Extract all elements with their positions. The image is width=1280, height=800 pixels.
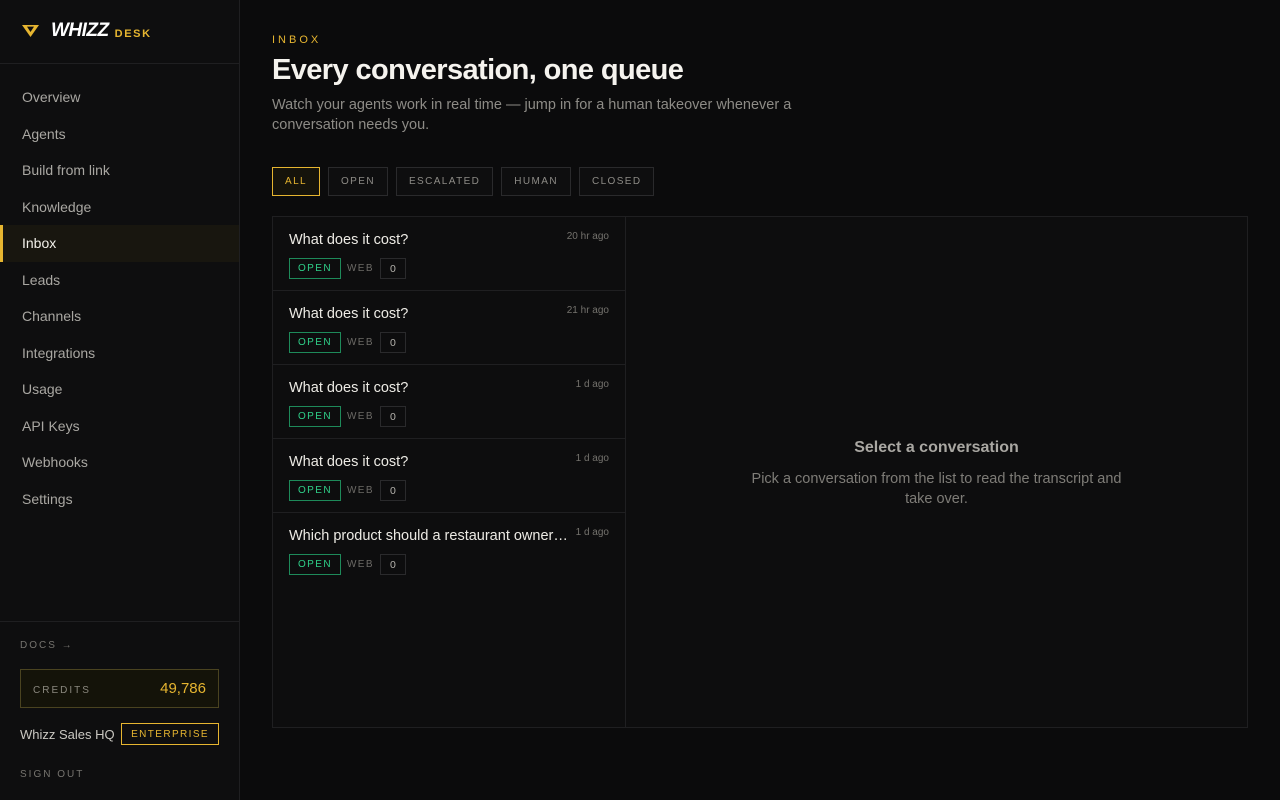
workspace-name: Whizz Sales HQ (20, 726, 115, 742)
credits-value: 49,786 (160, 680, 206, 697)
sidebar-item-webhooks[interactable]: Webhooks (0, 444, 239, 481)
message-count-badge: 0 (379, 406, 406, 427)
empty-state-title: Select a conversation (854, 439, 1019, 456)
status-badge: OPEN (289, 258, 341, 279)
page-subtitle: Watch your agents work in real time — ju… (272, 97, 792, 133)
brand[interactable]: WHIZZ DESK (0, 0, 239, 64)
conversation-title: Which product should a restaurant owner … (289, 528, 569, 544)
filter-closed[interactable]: CLOSED (578, 167, 655, 196)
conversation-time: 1 d ago (575, 453, 609, 464)
conversation-time: 1 d ago (575, 379, 609, 390)
sign-out-button[interactable]: SIGN OUT (20, 769, 84, 780)
sidebar-item-overview[interactable]: Overview (0, 79, 239, 116)
sidebar-item-settings[interactable]: Settings (0, 481, 239, 518)
filter-escalated[interactable]: ESCALATED (395, 167, 494, 196)
conversation-item[interactable]: What does it cost? 1 d ago OPEN WEB 0 (273, 365, 625, 439)
plan-badge: ENTERPRISE (121, 723, 219, 745)
conversation-tags: OPEN WEB 0 (289, 554, 406, 575)
inbox-panel: What does it cost? 20 hr ago OPEN WEB 0 What … (272, 216, 1248, 728)
conversation-title: What does it cost? (289, 232, 409, 248)
sidebar-footer: DOCS → CREDITS 49,786 Whizz Sales HQ ENT… (0, 621, 239, 800)
workspace: Whizz Sales HQ ENTERPRISE (20, 723, 219, 745)
sidebar-item-leads[interactable]: Leads (0, 262, 239, 299)
sidebar-item-knowledge[interactable]: Knowledge (0, 189, 239, 226)
filter-all[interactable]: ALL (272, 167, 320, 196)
sidebar-item-api-keys[interactable]: API Keys (0, 408, 239, 445)
conversation-title: What does it cost? (289, 306, 409, 322)
filter-human[interactable]: HUMAN (501, 167, 571, 196)
page-eyebrow: INBOX (272, 34, 322, 46)
filter-open[interactable]: OPEN (328, 167, 388, 196)
conversation-item[interactable]: Which product should a restaurant owner … (273, 513, 625, 587)
channel-label: WEB (346, 485, 374, 496)
status-badge: OPEN (289, 332, 341, 353)
main-content: INBOX Every conversation, one queue Watc… (240, 0, 1280, 800)
conversation-detail: Select a conversation Pick a conversatio… (626, 217, 1247, 727)
message-count-badge: 0 (379, 480, 406, 501)
sidebar-nav: Overview Agents Build from link Knowledge In… (0, 79, 239, 517)
conversation-time: 20 hr ago (566, 231, 609, 242)
conversation-title: What does it cost? (289, 380, 409, 396)
sidebar-item-inbox[interactable]: Inbox (0, 225, 239, 262)
message-count-badge: 0 (379, 332, 406, 353)
brand-logo-icon (22, 24, 39, 37)
sidebar-item-usage[interactable]: Usage (0, 371, 239, 408)
sidebar: WHIZZ DESK Overview Agents Build from link… (0, 0, 240, 800)
conversation-time: 21 hr ago (566, 305, 609, 316)
docs-link[interactable]: DOCS → (20, 640, 74, 651)
channel-label: WEB (346, 559, 374, 570)
sidebar-item-integrations[interactable]: Integrations (0, 335, 239, 372)
status-badge: OPEN (289, 406, 341, 427)
conversation-item[interactable]: What does it cost? 21 hr ago OPEN WEB 0 (273, 291, 625, 365)
conversation-tags: OPEN WEB 0 (289, 258, 406, 279)
message-count-badge: 0 (379, 258, 406, 279)
conversation-tags: OPEN WEB 0 (289, 480, 406, 501)
empty-state-subtitle: Pick a conversation from the list to rea… (751, 471, 1122, 507)
channel-label: WEB (346, 411, 374, 422)
conversation-tags: OPEN WEB 0 (289, 332, 406, 353)
sidebar-item-build-from-link[interactable]: Build from link (0, 152, 239, 189)
page-title: Every conversation, one queue (272, 54, 684, 86)
channel-label: WEB (346, 337, 374, 348)
credits-box: CREDITS 49,786 (20, 669, 219, 708)
status-badge: OPEN (289, 554, 341, 575)
sidebar-item-channels[interactable]: Channels (0, 298, 239, 335)
credits-label: CREDITS (33, 684, 91, 696)
brand-name: WHIZZ (51, 19, 109, 41)
conversation-title: What does it cost? (289, 454, 409, 470)
conversation-time: 1 d ago (575, 527, 609, 538)
app: WHIZZ DESK Overview Agents Build from link… (0, 0, 1280, 800)
filter-bar: ALL OPEN ESCALATED HUMAN CLOSED (272, 167, 655, 196)
status-badge: OPEN (289, 480, 341, 501)
sidebar-item-agents[interactable]: Agents (0, 116, 239, 153)
brand-sub: DESK (114, 27, 152, 40)
conversation-item[interactable]: What does it cost? 20 hr ago OPEN WEB 0 (273, 217, 625, 291)
conversation-list: What does it cost? 20 hr ago OPEN WEB 0 What … (273, 217, 626, 727)
conversation-tags: OPEN WEB 0 (289, 406, 406, 427)
channel-label: WEB (346, 263, 374, 274)
message-count-badge: 0 (379, 554, 406, 575)
conversation-item[interactable]: What does it cost? 1 d ago OPEN WEB 0 (273, 439, 625, 513)
